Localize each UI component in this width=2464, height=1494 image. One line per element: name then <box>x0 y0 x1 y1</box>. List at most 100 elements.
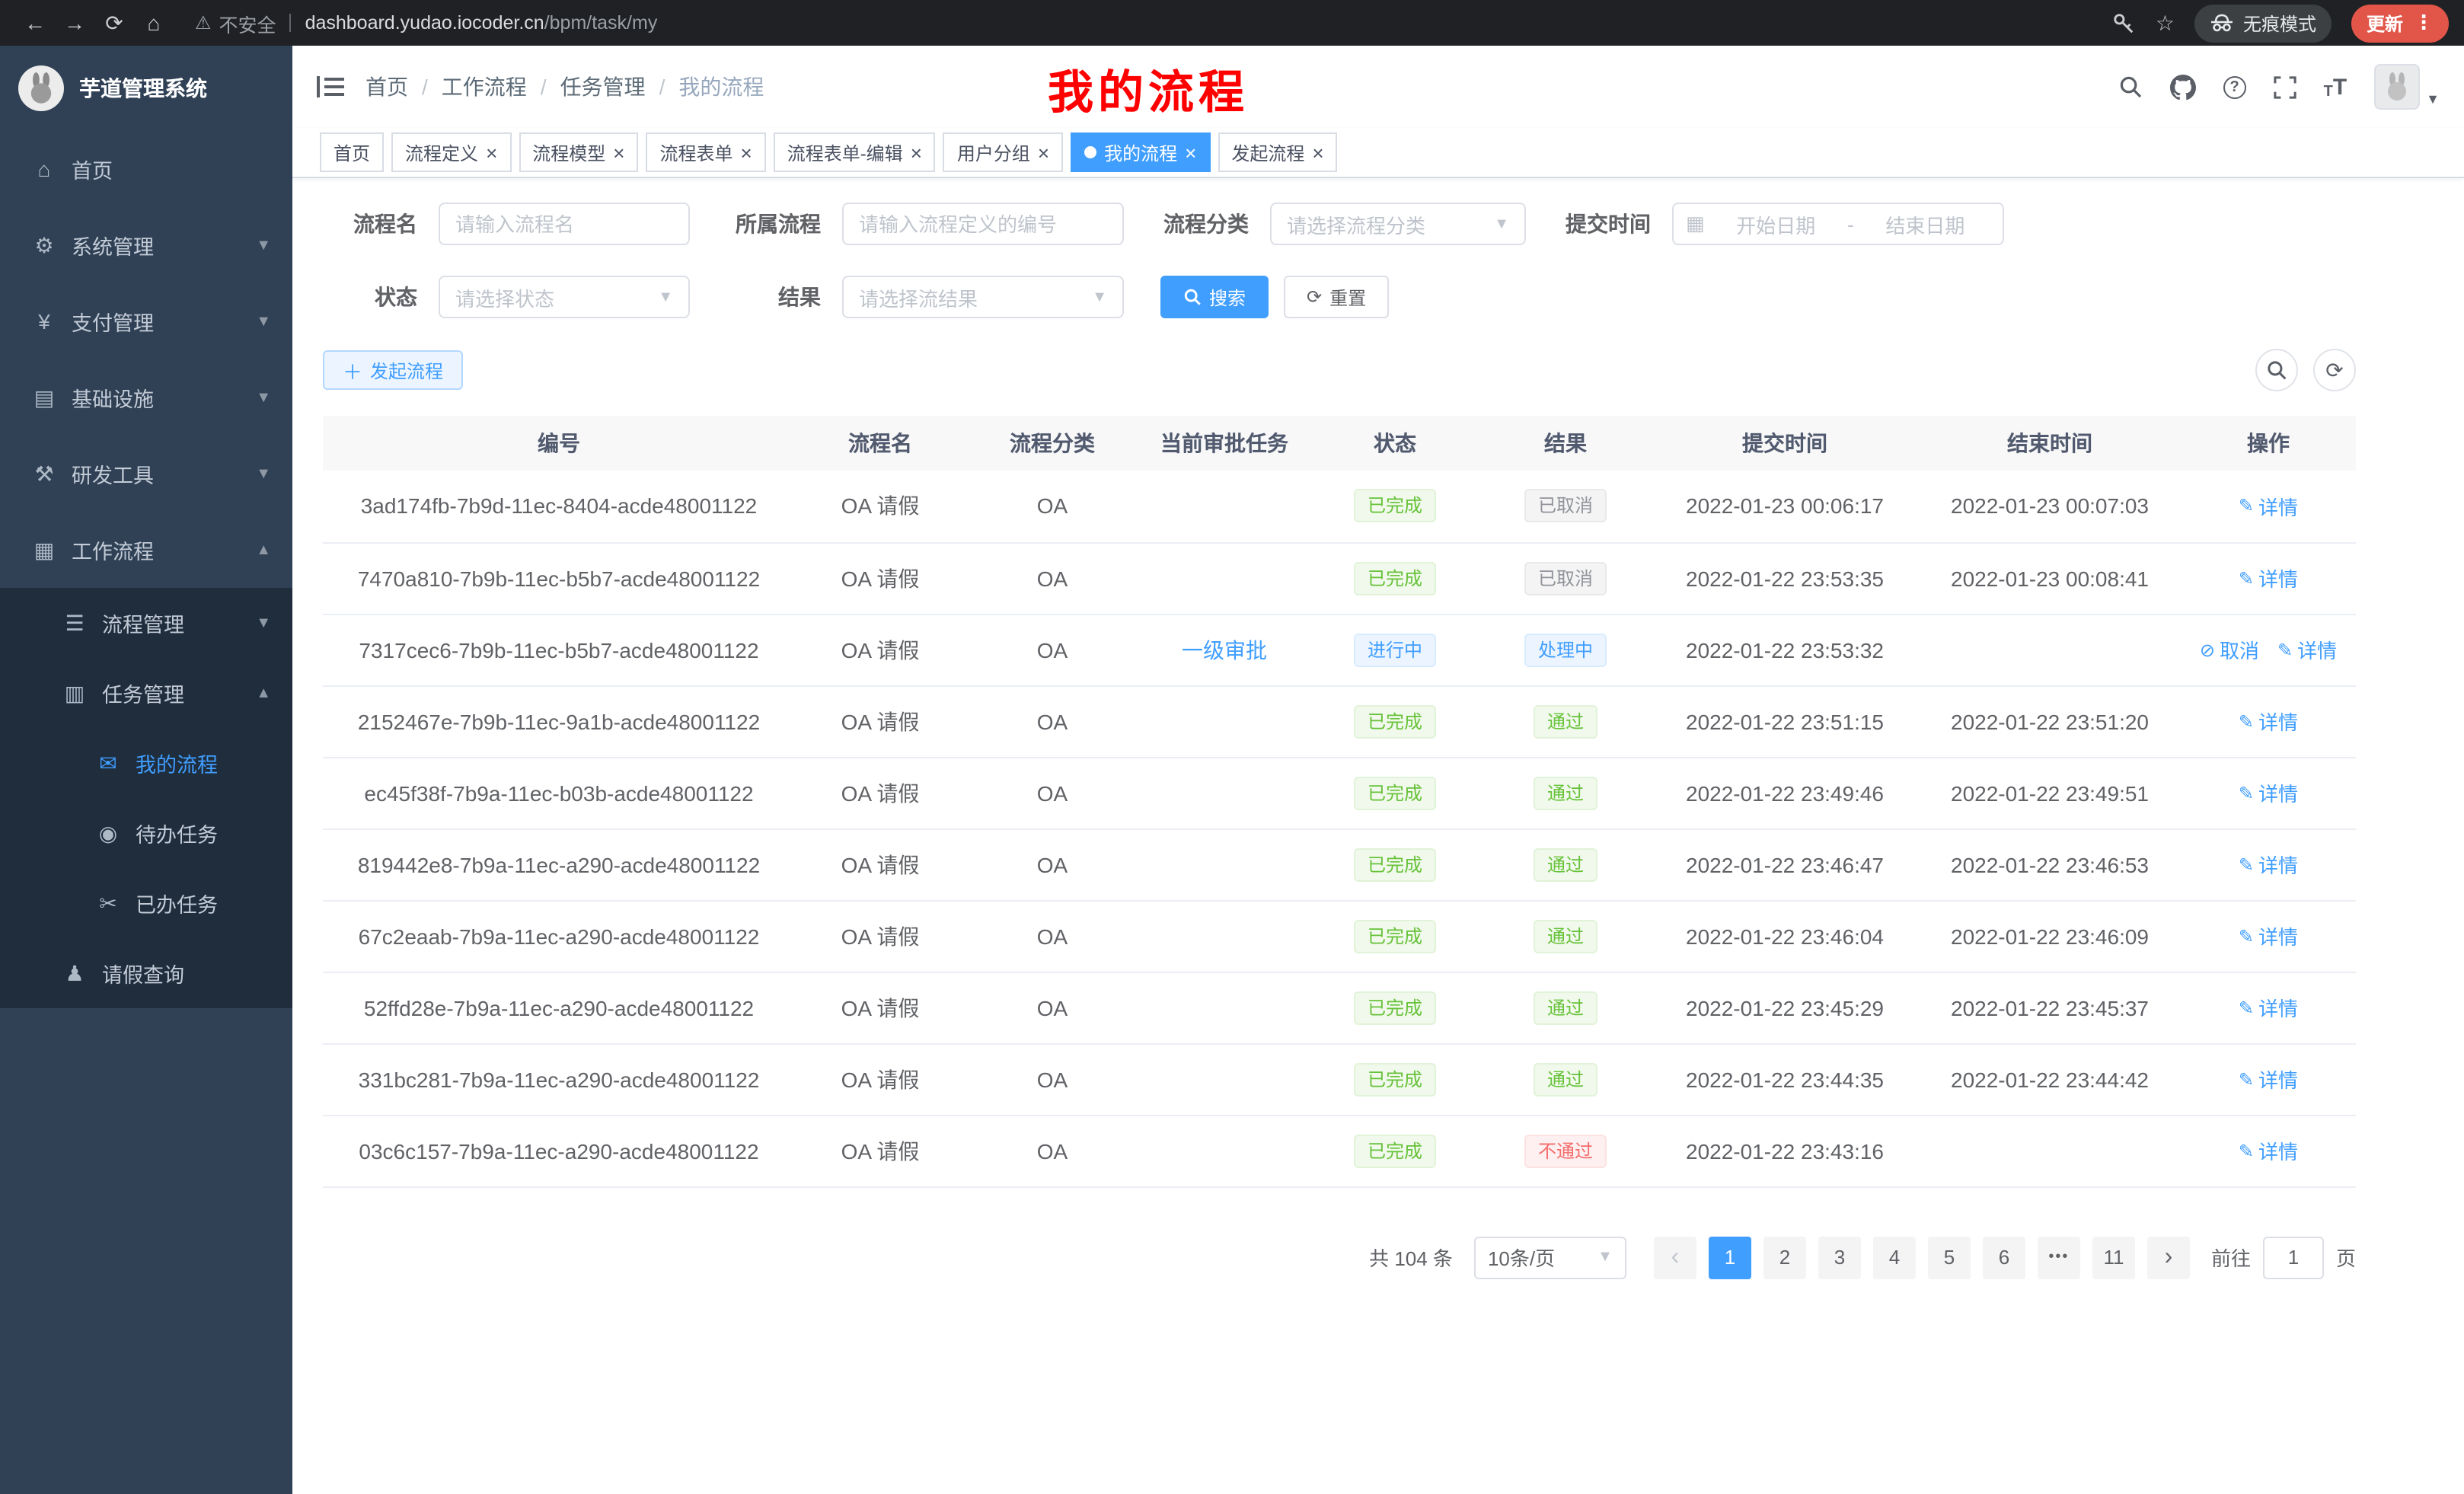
tab-user-group[interactable]: 用户分组× <box>943 132 1063 172</box>
browser-back-icon[interactable]: ← <box>15 11 55 35</box>
edit-icon: ✎ <box>2239 782 2254 803</box>
breadcrumb-item[interactable]: 首页 <box>365 72 408 102</box>
sidebar-item-devtools[interactable]: ⚒研发工具▼ <box>0 436 292 512</box>
github-icon[interactable] <box>2170 74 2196 100</box>
page-button-1[interactable]: 1 <box>1709 1236 1751 1279</box>
result-placeholder: 请选择流结果 <box>859 283 978 311</box>
tab-close-icon[interactable]: × <box>1038 142 1049 162</box>
cancel-action-link[interactable]: ⊘取消 <box>2200 635 2259 664</box>
page-button-11[interactable]: 11 <box>2092 1236 2135 1279</box>
browser-reload-icon[interactable]: ⟳ <box>94 10 134 36</box>
sidebar-item-home[interactable]: ⌂首页 <box>0 131 292 207</box>
tab-close-icon[interactable]: × <box>486 142 497 162</box>
tab-process-definition[interactable]: 流程定义× <box>391 132 511 172</box>
current-task-link[interactable]: 一级审批 <box>1182 637 1267 662</box>
search-button[interactable]: 搜索 <box>1160 276 1269 318</box>
tab-close-icon[interactable]: × <box>741 142 752 162</box>
date-range-picker[interactable]: ▦ 开始日期 - 结束日期 <box>1672 203 2004 245</box>
create-process-button[interactable]: ＋ 发起流程 <box>323 350 463 390</box>
status-select[interactable]: 请选择状态 ▼ <box>439 276 690 318</box>
sidebar-item-leave-query[interactable]: ♟请假查询 <box>0 938 292 1008</box>
page-ellipsis[interactable]: ••• <box>2038 1236 2080 1279</box>
tab-close-icon[interactable]: × <box>1312 142 1323 162</box>
status-cell: 已完成 <box>1310 828 1480 900</box>
sidebar-item-task-management[interactable]: ▥任务管理▲ <box>0 658 292 728</box>
page-size-select[interactable]: 10条/页 ▼ <box>1474 1236 1626 1279</box>
next-page-button[interactable]: › <box>2147 1236 2190 1279</box>
browser-forward-icon[interactable]: → <box>55 11 94 35</box>
address-bar[interactable]: ⚠ 不安全 dashboard.yudao.iocoder.cn/bpm/tas… <box>195 8 2113 37</box>
category-select[interactable]: 请选择流程分类 ▼ <box>1270 203 1526 245</box>
tab-start-process[interactable]: 发起流程× <box>1218 132 1337 172</box>
sidebar-item-infrastructure[interactable]: ▤基础设施▼ <box>0 359 292 436</box>
tab-my-process[interactable]: 我的流程× <box>1071 132 1210 172</box>
password-key-icon[interactable] <box>2113 11 2136 34</box>
actions-cell: ✎详情 <box>2181 757 2356 828</box>
detail-action-link[interactable]: ✎详情 <box>2239 993 2298 1022</box>
warning-icon: ⚠ <box>195 12 212 34</box>
prev-page-button[interactable]: ‹ <box>1654 1236 1696 1279</box>
status-label: 状态 <box>323 282 417 312</box>
app-title: 芋道管理系统 <box>79 73 207 104</box>
detail-action-link[interactable]: ✎详情 <box>2239 921 2298 950</box>
bookmark-star-icon[interactable]: ☆ <box>2156 10 2175 36</box>
detail-action-link[interactable]: ✎详情 <box>2239 1136 2298 1165</box>
process-name-cell: OA 请假 <box>795 1115 965 1186</box>
sidebar-item-payment-management[interactable]: ¥支付管理▼ <box>0 283 292 359</box>
page-button-6[interactable]: 6 <box>1983 1236 2025 1279</box>
parent-process-input[interactable] <box>842 203 1124 245</box>
browser-home-icon[interactable]: ⌂ <box>134 11 174 35</box>
sidebar-toggle-icon[interactable] <box>317 76 344 97</box>
actions-cell: ✎详情 <box>2181 972 2356 1043</box>
page-button-4[interactable]: 4 <box>1873 1236 1916 1279</box>
tab-close-icon[interactable]: × <box>911 142 922 162</box>
table-header-row: 编号流程名流程分类当前审批任务状态结果提交时间结束时间操作 <box>323 416 2356 471</box>
process-name-input[interactable] <box>439 203 690 245</box>
goto-page-input[interactable] <box>2263 1236 2324 1279</box>
show-search-button[interactable] <box>2255 349 2298 391</box>
detail-action-link[interactable]: ✎详情 <box>2239 563 2298 592</box>
detail-action-link[interactable]: ✎详情 <box>2277 635 2337 664</box>
tab-process-model[interactable]: 流程模型× <box>519 132 638 172</box>
fullscreen-icon[interactable] <box>2274 75 2296 98</box>
tab-close-icon[interactable]: × <box>1185 142 1196 162</box>
status-cell: 已完成 <box>1310 471 1480 542</box>
search-icon[interactable] <box>2118 75 2143 99</box>
browser-menu-dots-icon[interactable]: ⋮ <box>2414 11 2434 35</box>
detail-action-link[interactable]: ✎详情 <box>2239 492 2298 521</box>
sidebar-item-todo-tasks[interactable]: ◉待办任务 <box>0 798 292 868</box>
sidebar-item-process-management[interactable]: ☰流程管理▼ <box>0 588 292 658</box>
detail-action-link[interactable]: ✎详情 <box>2239 778 2298 807</box>
refresh-table-button[interactable]: ⟳ <box>2313 349 2356 391</box>
breadcrumb-item[interactable]: 任务管理 <box>560 72 646 102</box>
refresh-icon: ⟳ <box>1307 286 1322 308</box>
status-badge: 已完成 <box>1354 848 1436 881</box>
sidebar-item-system-management[interactable]: ⚙系统管理▼ <box>0 207 292 283</box>
result-select[interactable]: 请选择流结果 ▼ <box>842 276 1124 318</box>
page-button-5[interactable]: 5 <box>1928 1236 1971 1279</box>
page-button-2[interactable]: 2 <box>1763 1236 1806 1279</box>
tab-process-form-edit[interactable]: 流程表单-编辑× <box>774 132 936 172</box>
sidebar-item-my-process[interactable]: ✉我的流程 <box>0 728 292 798</box>
tab-home[interactable]: 首页 <box>320 132 384 172</box>
result-badge: 通过 <box>1534 1062 1597 1096</box>
sidebar-item-workflow[interactable]: ▦工作流程▲ <box>0 512 292 588</box>
action-label: 详情 <box>2258 778 2298 807</box>
tab-label: 流程表单 <box>659 139 732 165</box>
detail-action-link[interactable]: ✎详情 <box>2239 850 2298 879</box>
app-logo[interactable]: 芋道管理系统 <box>0 46 292 131</box>
detail-action-link[interactable]: ✎详情 <box>2239 1065 2298 1093</box>
tab-process-form[interactable]: 流程表单 × <box>646 132 765 172</box>
page-button-3[interactable]: 3 <box>1818 1236 1861 1279</box>
breadcrumb-item[interactable]: 工作流程 <box>442 72 527 102</box>
update-button[interactable]: 更新 ⋮ <box>2351 4 2449 42</box>
reset-button[interactable]: ⟳ 重置 <box>1284 276 1389 318</box>
actions-cell: ✎详情 <box>2181 1043 2356 1115</box>
help-icon[interactable]: ? <box>2223 75 2246 98</box>
actions-cell: ✎详情 <box>2181 685 2356 757</box>
font-size-icon[interactable]: TT <box>2324 74 2348 100</box>
tab-close-icon[interactable]: × <box>613 142 624 162</box>
detail-action-link[interactable]: ✎详情 <box>2239 707 2298 736</box>
sidebar-item-done-tasks[interactable]: ✂已办任务 <box>0 868 292 938</box>
user-avatar-menu[interactable]: ▼ <box>2374 64 2440 110</box>
